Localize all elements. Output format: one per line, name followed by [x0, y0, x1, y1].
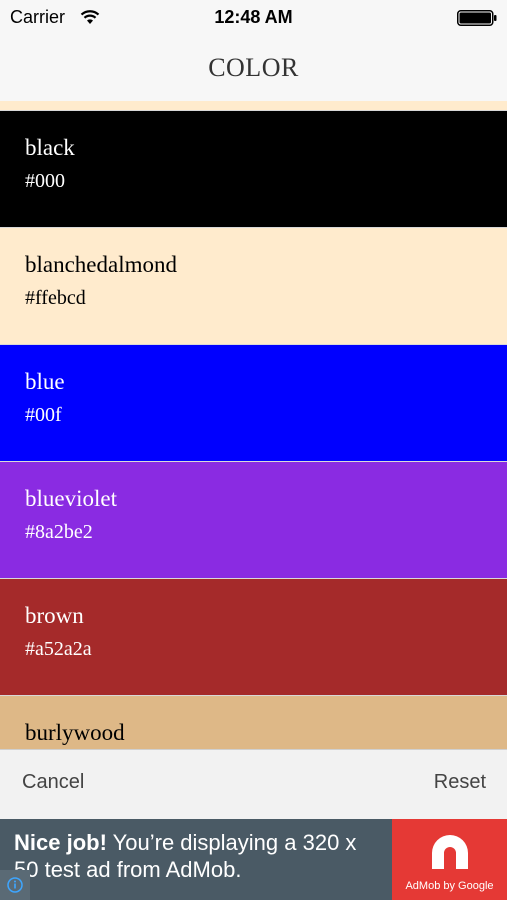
nav-bar: COLOR	[0, 36, 507, 101]
color-hex: #000	[25, 170, 65, 192]
admob-logo-tile[interactable]: AdMob by Google	[392, 819, 507, 900]
ad-banner[interactable]: Nice job! You’re displaying a 320 x 50 t…	[0, 819, 507, 900]
bottom-toolbar: Cancel Reset	[0, 749, 507, 819]
ad-text[interactable]: Nice job! You’re displaying a 320 x 50 t…	[14, 829, 386, 883]
ad-brand-label: AdMob by Google	[405, 880, 494, 892]
color-hex: #8a2be2	[25, 521, 93, 543]
color-name: blue	[25, 369, 65, 394]
status-time: 12:48 AM	[214, 7, 293, 27]
color-row-black[interactable]: black #000	[0, 111, 507, 228]
color-row-partial[interactable]	[0, 101, 507, 111]
color-name: burlywood	[25, 720, 125, 745]
reset-button[interactable]: Reset	[434, 771, 486, 794]
color-name: blueviolet	[25, 486, 117, 511]
battery-icon	[457, 10, 497, 26]
color-name: brown	[25, 603, 84, 628]
status-bar: Carrier 12:48 AM	[0, 0, 507, 36]
color-hex: #ffebcd	[25, 287, 86, 309]
page-title: COLOR	[208, 53, 299, 82]
admob-logo-icon	[432, 835, 468, 869]
cancel-button[interactable]: Cancel	[22, 771, 84, 794]
color-row-blue[interactable]: blue #00f	[0, 345, 507, 462]
color-hex: #a52a2a	[25, 638, 92, 660]
color-row-brown[interactable]: brown #a52a2a	[0, 579, 507, 696]
color-row-blanchedalmond[interactable]: blanchedalmond #ffebcd	[0, 228, 507, 345]
info-icon[interactable]	[0, 870, 30, 900]
color-name: blanchedalmond	[25, 252, 178, 277]
color-name: black	[25, 135, 75, 160]
ad-headline: Nice job!	[14, 830, 107, 855]
color-list[interactable]: black #000 blanchedalmond #ffebcd blue #00f bl…	[0, 101, 507, 749]
color-row-blueviolet[interactable]: blueviolet #8a2be2	[0, 462, 507, 579]
color-row-burlywood[interactable]: burlywood#deb887	[0, 696, 507, 749]
color-hex: #00f	[25, 404, 62, 426]
